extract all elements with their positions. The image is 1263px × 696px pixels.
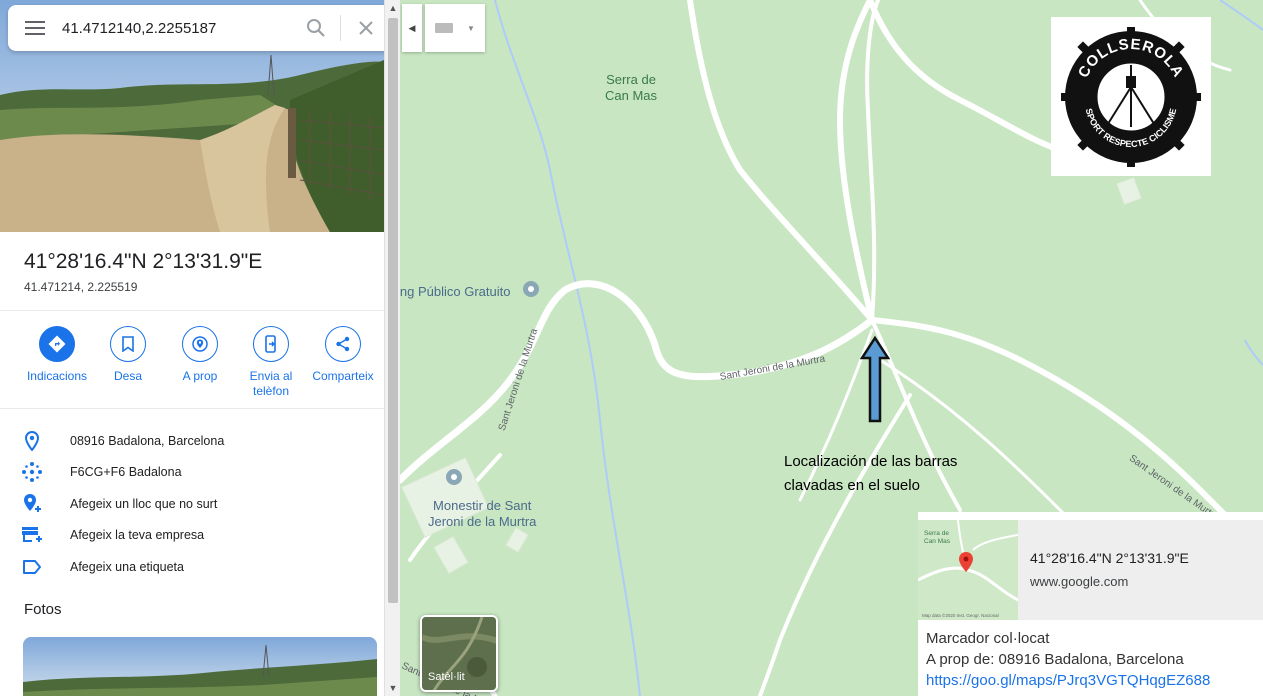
map-label-parking[interactable]: ing Público Gratuito — [400, 284, 510, 300]
side-panel: 41.4712140,2.2255187 41°28'16.4"N 2°13'3… — [0, 0, 384, 696]
nearby-button[interactable]: A prop — [164, 326, 236, 384]
map-label-serra: Serra de Can Mas — [605, 72, 658, 103]
up-arrow-annotation — [860, 336, 890, 423]
bookmark-icon — [122, 336, 134, 352]
layers-button[interactable]: ▼ — [425, 4, 485, 52]
share-card-body: Marcador col·locat A prop de: 08916 Bada… — [926, 628, 1210, 691]
add-business-text: Afegeix la teva empresa — [70, 528, 205, 542]
add-label-row[interactable]: Afegeix una etiqueta — [0, 552, 384, 582]
map-label-monestir[interactable]: Monestir de Sant Jeroni de la Murtra — [428, 498, 536, 530]
chevron-down-icon: ▼ — [467, 23, 475, 33]
share-line-marker: Marcador col·locat — [926, 630, 1050, 647]
add-place-text: Afegeix un lloc que no surt — [70, 497, 218, 511]
panel-scrollbar[interactable]: ▲ ▼ — [384, 0, 400, 696]
share-site: www.google.com — [1030, 574, 1129, 589]
search-button[interactable] — [292, 5, 340, 51]
divider — [0, 310, 384, 311]
share-label: Comparteix — [312, 369, 374, 383]
search-icon — [307, 19, 325, 37]
share-link-preview[interactable]: Serra de Can Mas Map data ©2020 Inst. Ge… — [918, 512, 1263, 696]
label-icon — [23, 560, 41, 574]
caret-left-icon: ◀ — [408, 22, 416, 33]
scrollbar-thumb[interactable] — [388, 18, 398, 603]
satellite-label: Satèl·lit — [428, 671, 465, 683]
plus-code-text: F6CG+F6 Badalona — [70, 465, 182, 479]
save-button[interactable]: Desa — [92, 326, 164, 384]
collapse-panel-button[interactable]: ◀ — [402, 4, 422, 52]
add-business-icon — [22, 527, 42, 542]
share-circle — [325, 326, 361, 362]
location-pin-icon — [24, 431, 40, 451]
share-line-nearby: A prop de: 08916 Badalona, Barcelona — [926, 651, 1184, 668]
add-business-row[interactable]: Afegeix la teva empresa — [0, 520, 384, 550]
share-thumb-label: Serra de Can Mas — [924, 530, 951, 545]
divider — [0, 408, 384, 409]
send-to-phone-label: Envia al telèfon — [249, 369, 293, 398]
map-canvas[interactable]: Serra de Can Mas ing Público Gratuito Mo… — [400, 0, 1263, 696]
directions-button[interactable]: Indicacions — [21, 326, 93, 384]
share-icon — [336, 336, 350, 352]
place-coordinates: 41.471214, 2.225519 — [24, 280, 138, 294]
action-buttons: Indicacions Desa A prop Envia al telèfon… — [0, 326, 384, 406]
map-top-controls: ◀ ▼ — [402, 4, 485, 52]
share-button[interactable]: Comparteix — [307, 326, 379, 384]
send-to-phone-button[interactable]: Envia al telèfon — [235, 326, 307, 399]
satellite-layer-button[interactable]: Satèl·lit — [420, 615, 498, 692]
address-row[interactable]: 08916 Badalona, Barcelona — [0, 426, 384, 456]
close-icon — [359, 21, 373, 35]
send-to-phone-circle — [253, 326, 289, 362]
clear-search-button[interactable] — [341, 5, 384, 51]
scroll-up-icon[interactable]: ▲ — [385, 0, 401, 16]
keyboard-icon — [435, 23, 454, 33]
directions-label: Indicacions — [26, 369, 88, 383]
nearby-circle — [182, 326, 218, 362]
photo-image — [23, 637, 377, 696]
share-thumb-footer: Map data ©2020 Inst. Geogr. Nacional — [922, 613, 999, 618]
plus-code-icon — [22, 462, 42, 482]
scroll-down-icon[interactable]: ▼ — [385, 680, 401, 696]
search-box[interactable]: 41.4712140,2.2255187 — [8, 5, 384, 51]
photos-heading: Fotos — [24, 601, 62, 618]
send-to-phone-icon — [265, 335, 276, 353]
share-coords: 41°28'16.4"N 2°13'31.9"E — [1030, 550, 1189, 566]
hamburger-icon — [25, 21, 45, 35]
annotation-text: Localización de las barras clavadas en e… — [784, 453, 958, 494]
place-title: 41°28'16.4"N 2°13'31.9"E — [24, 250, 263, 273]
collserola-logo-icon: COLLSEROLA SPORT RESPECTE CICLISME — [1061, 26, 1201, 167]
add-label-text: Afegeix una etiqueta — [70, 560, 184, 574]
search-input[interactable]: 41.4712140,2.2255187 — [62, 20, 292, 37]
share-card-header: 41°28'16.4"N 2°13'31.9"E www.google.com — [1018, 520, 1263, 620]
save-label: Desa — [113, 369, 142, 383]
directions-icon — [48, 335, 66, 353]
share-link[interactable]: https://goo.gl/maps/PJrq3VGTQHqgEZ688 — [926, 670, 1210, 691]
plus-code-row[interactable]: F6CG+F6 Badalona — [0, 457, 384, 487]
nearby-label: A prop — [182, 369, 218, 383]
collserola-logo: COLLSEROLA SPORT RESPECTE CICLISME — [1051, 17, 1211, 176]
add-place-icon — [24, 494, 41, 512]
address-text: 08916 Badalona, Barcelona — [70, 434, 225, 448]
save-circle — [110, 326, 146, 362]
add-place-row[interactable]: Afegeix un lloc que no surt — [0, 489, 384, 519]
directions-circle — [39, 326, 75, 362]
photo-thumbnail[interactable] — [23, 637, 377, 696]
menu-button[interactable] — [8, 5, 62, 51]
share-map-thumbnail: Serra de Can Mas Map data ©2020 Inst. Ge… — [918, 520, 1018, 620]
nearby-icon — [192, 336, 208, 352]
